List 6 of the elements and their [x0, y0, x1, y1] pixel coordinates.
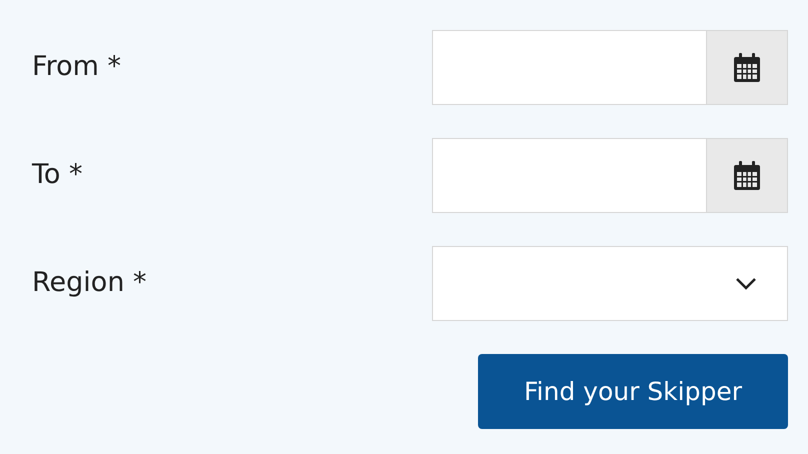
field-label: Region * [32, 266, 147, 300]
field-label: To * [32, 158, 83, 192]
region-select[interactable] [432, 246, 788, 321]
field-label: From * [32, 50, 121, 84]
search-button[interactable]: Find your Skipper [478, 354, 788, 429]
chevron-down-icon [735, 277, 757, 290]
